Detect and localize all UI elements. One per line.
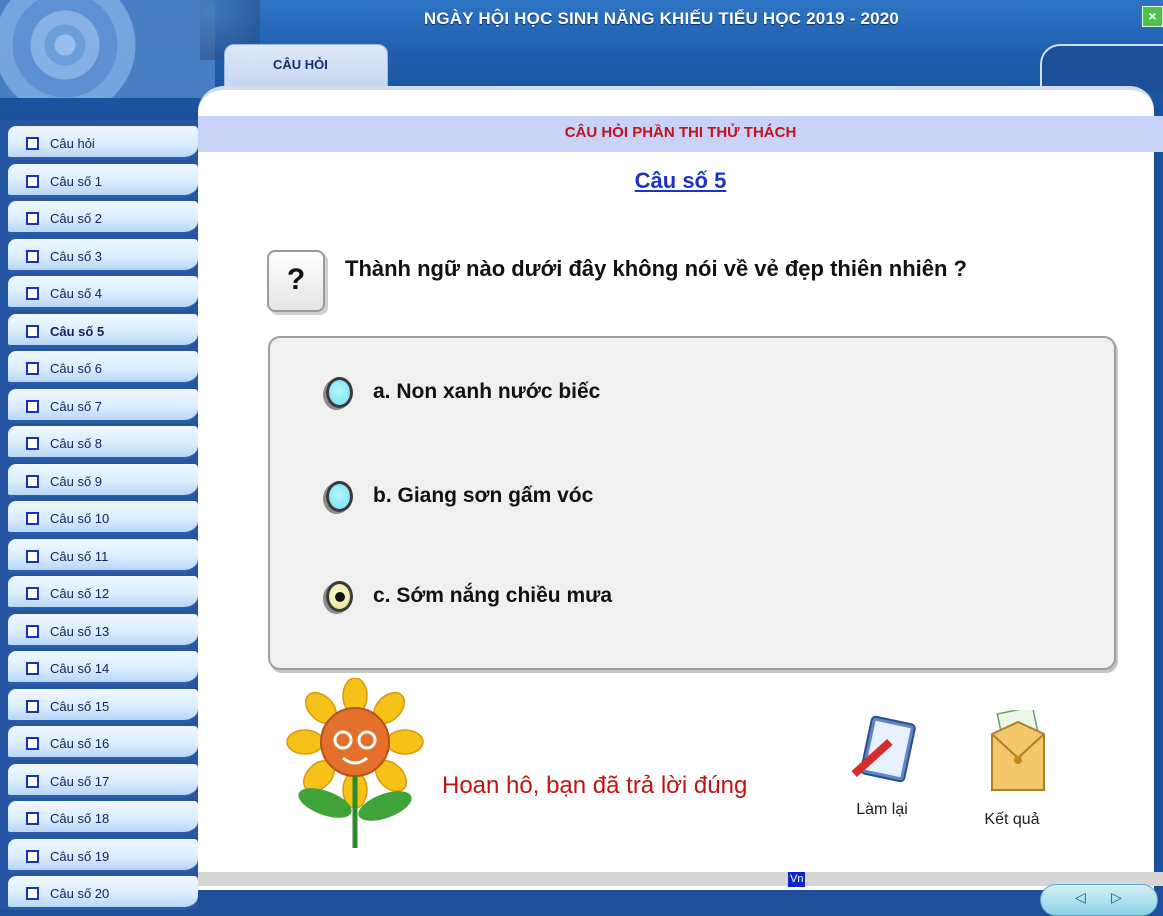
- sidebar-item-label: Câu số 9: [50, 473, 103, 489]
- option-a-radio[interactable]: [326, 376, 353, 408]
- sidebar-item-label: Câu số 3: [50, 248, 103, 264]
- sidebar-item-label: Câu số 18: [50, 811, 110, 826]
- sidebar-item[interactable]: Câu số 16: [8, 726, 198, 760]
- retry-label: Làm lại: [856, 801, 908, 818]
- sidebar-item[interactable]: Câu số 8: [8, 426, 198, 460]
- checkbox-square-icon: [26, 887, 39, 900]
- sidebar-item[interactable]: Câu số 6: [8, 351, 198, 385]
- sidebar-item-label: Câu số 15: [50, 698, 110, 714]
- checkbox-square-icon: [26, 774, 39, 788]
- sidebar-item[interactable]: Câu hỏi: [8, 126, 198, 160]
- option-a-label: a. Non xanh nước biếc: [373, 380, 601, 403]
- option-b-radio[interactable]: [326, 480, 353, 512]
- sidebar-item-label: Câu số 8: [50, 436, 103, 451]
- sidebar-item[interactable]: Câu số 14: [8, 651, 198, 685]
- checkbox-square-icon: [26, 512, 39, 525]
- notebook-pencil-icon: [851, 715, 916, 783]
- checkbox-square-icon: [26, 699, 39, 713]
- sunflower-mascot-icon: [286, 678, 424, 848]
- sidebar-item[interactable]: Câu số 19: [8, 838, 198, 873]
- sidebar-item-label: Câu số 20: [50, 886, 110, 901]
- sidebar-item-label: Câu số 16: [50, 736, 110, 751]
- question-number: Câu số 5: [634, 168, 727, 193]
- result-button[interactable]: Kết quả: [972, 705, 1052, 829]
- navigation-pill: ◁ ▷: [1040, 884, 1158, 916]
- previous-arrow-icon[interactable]: ◁: [1075, 889, 1086, 906]
- sidebar-item[interactable]: Câu số 4: [8, 276, 198, 310]
- checkbox-square-icon: [26, 174, 39, 188]
- sidebar-item[interactable]: Câu số 2: [8, 201, 198, 235]
- checkbox-square-icon: [26, 737, 39, 750]
- question-sidebar: Câu hỏi Câu số 1 Câu số 2 Câu số 3 Câu số 4 C…: [0, 120, 198, 910]
- sidebar-item[interactable]: Câu số 17: [8, 763, 198, 798]
- sidebar-item[interactable]: Câu số 9: [8, 463, 198, 498]
- tab-label: CÂU HỎI: [273, 57, 328, 72]
- option-b[interactable]: b. Giang sơn gấm vóc: [326, 476, 593, 516]
- checkbox-square-icon: [26, 549, 39, 563]
- sidebar-item-label: Câu số 11: [50, 548, 109, 564]
- sidebar-item-label: Câu số 2: [50, 211, 103, 226]
- result-label: Kết quả: [984, 811, 1040, 828]
- checkbox-square-icon: [26, 249, 39, 263]
- next-arrow-icon[interactable]: ▷: [1111, 889, 1122, 906]
- checkbox-square-icon: [26, 662, 39, 675]
- checkbox-square-icon: [26, 812, 39, 825]
- retry-button[interactable]: Làm lại: [842, 710, 922, 819]
- option-c-radio[interactable]: [326, 580, 353, 612]
- answer-box: a. Non xanh nước biếc b. Giang sơn gấm v…: [268, 336, 1116, 670]
- close-button[interactable]: ×: [1142, 6, 1163, 27]
- sidebar-item-label: Câu số 17: [50, 773, 110, 789]
- sidebar-item[interactable]: Câu số 18: [8, 801, 198, 835]
- sidebar-item-label: Câu số 19: [50, 848, 110, 864]
- tab-questions[interactable]: CÂU HỎI: [224, 44, 388, 92]
- checkbox-square-icon: [26, 587, 39, 600]
- question-mark-icon: ?: [267, 250, 325, 312]
- bottom-status-bar: [198, 872, 1163, 886]
- sidebar-item-label: Câu số 12: [50, 586, 110, 601]
- checkbox-square-icon: [26, 287, 39, 300]
- checkbox-square-icon: [26, 474, 39, 488]
- sidebar-item-label: Câu số 13: [50, 623, 110, 639]
- sidebar-item-label: Câu số 10: [50, 511, 110, 526]
- envelope-document-icon: [991, 705, 1045, 791]
- sidebar-item-label: Câu hỏi: [50, 136, 95, 151]
- sidebar-item[interactable]: Câu số 12: [8, 576, 198, 610]
- checkbox-square-icon: [26, 324, 39, 338]
- sidebar-item-label: Câu số 7: [50, 398, 103, 414]
- sidebar-item[interactable]: Câu số 11: [8, 538, 198, 573]
- checkbox-square-icon: [26, 137, 39, 150]
- app-title: NGÀY HỘI HỌC SINH NĂNG KHIẾU TIỂU HỌC 20…: [423, 9, 900, 28]
- checkbox-square-icon: [26, 437, 39, 450]
- checkbox-square-icon: [26, 212, 39, 225]
- sidebar-item-label: Câu số 5: [50, 323, 105, 339]
- sidebar-item-label: Câu số 6: [50, 361, 103, 376]
- option-c-label: c. Sớm nắng chiều mưa: [373, 584, 613, 607]
- sidebar-item[interactable]: Câu số 20: [8, 876, 198, 910]
- option-c[interactable]: c. Sớm nắng chiều mưa: [326, 576, 612, 616]
- sidebar-item-label: Câu số 4: [50, 286, 103, 301]
- checkbox-square-icon: [26, 849, 39, 863]
- sidebar-item-label: Câu số 1: [50, 173, 103, 189]
- sidebar-item[interactable]: Câu số 7: [8, 388, 198, 423]
- sidebar-item[interactable]: Câu số 15: [8, 688, 198, 723]
- option-b-label: b. Giang sơn gấm vóc: [373, 484, 594, 507]
- header-decoration: [1040, 44, 1163, 92]
- input-method-badge: Vn: [788, 872, 806, 887]
- checkbox-square-icon: [26, 399, 39, 413]
- sidebar-item[interactable]: Câu số 10: [8, 501, 198, 535]
- question-text: Thành ngữ nào dưới đây không nói về vẻ đ…: [345, 256, 967, 281]
- option-a[interactable]: a. Non xanh nước biếc: [326, 372, 600, 412]
- sidebar-item[interactable]: Câu số 1: [8, 163, 198, 198]
- sidebar-item[interactable]: Câu số 3: [8, 238, 198, 273]
- checkbox-square-icon: [26, 362, 39, 375]
- sidebar-item[interactable]: Câu số 13: [8, 613, 198, 648]
- checkbox-square-icon: [26, 624, 39, 638]
- sidebar-item[interactable]: Câu số 5: [8, 313, 198, 348]
- section-title: CÂU HỎI PHẦN THI THỬ THÁCH: [564, 124, 797, 141]
- sidebar-item-label: Câu số 14: [50, 661, 110, 676]
- feedback-message: Hoan hô, bạn đã trả lời đúng: [442, 772, 748, 799]
